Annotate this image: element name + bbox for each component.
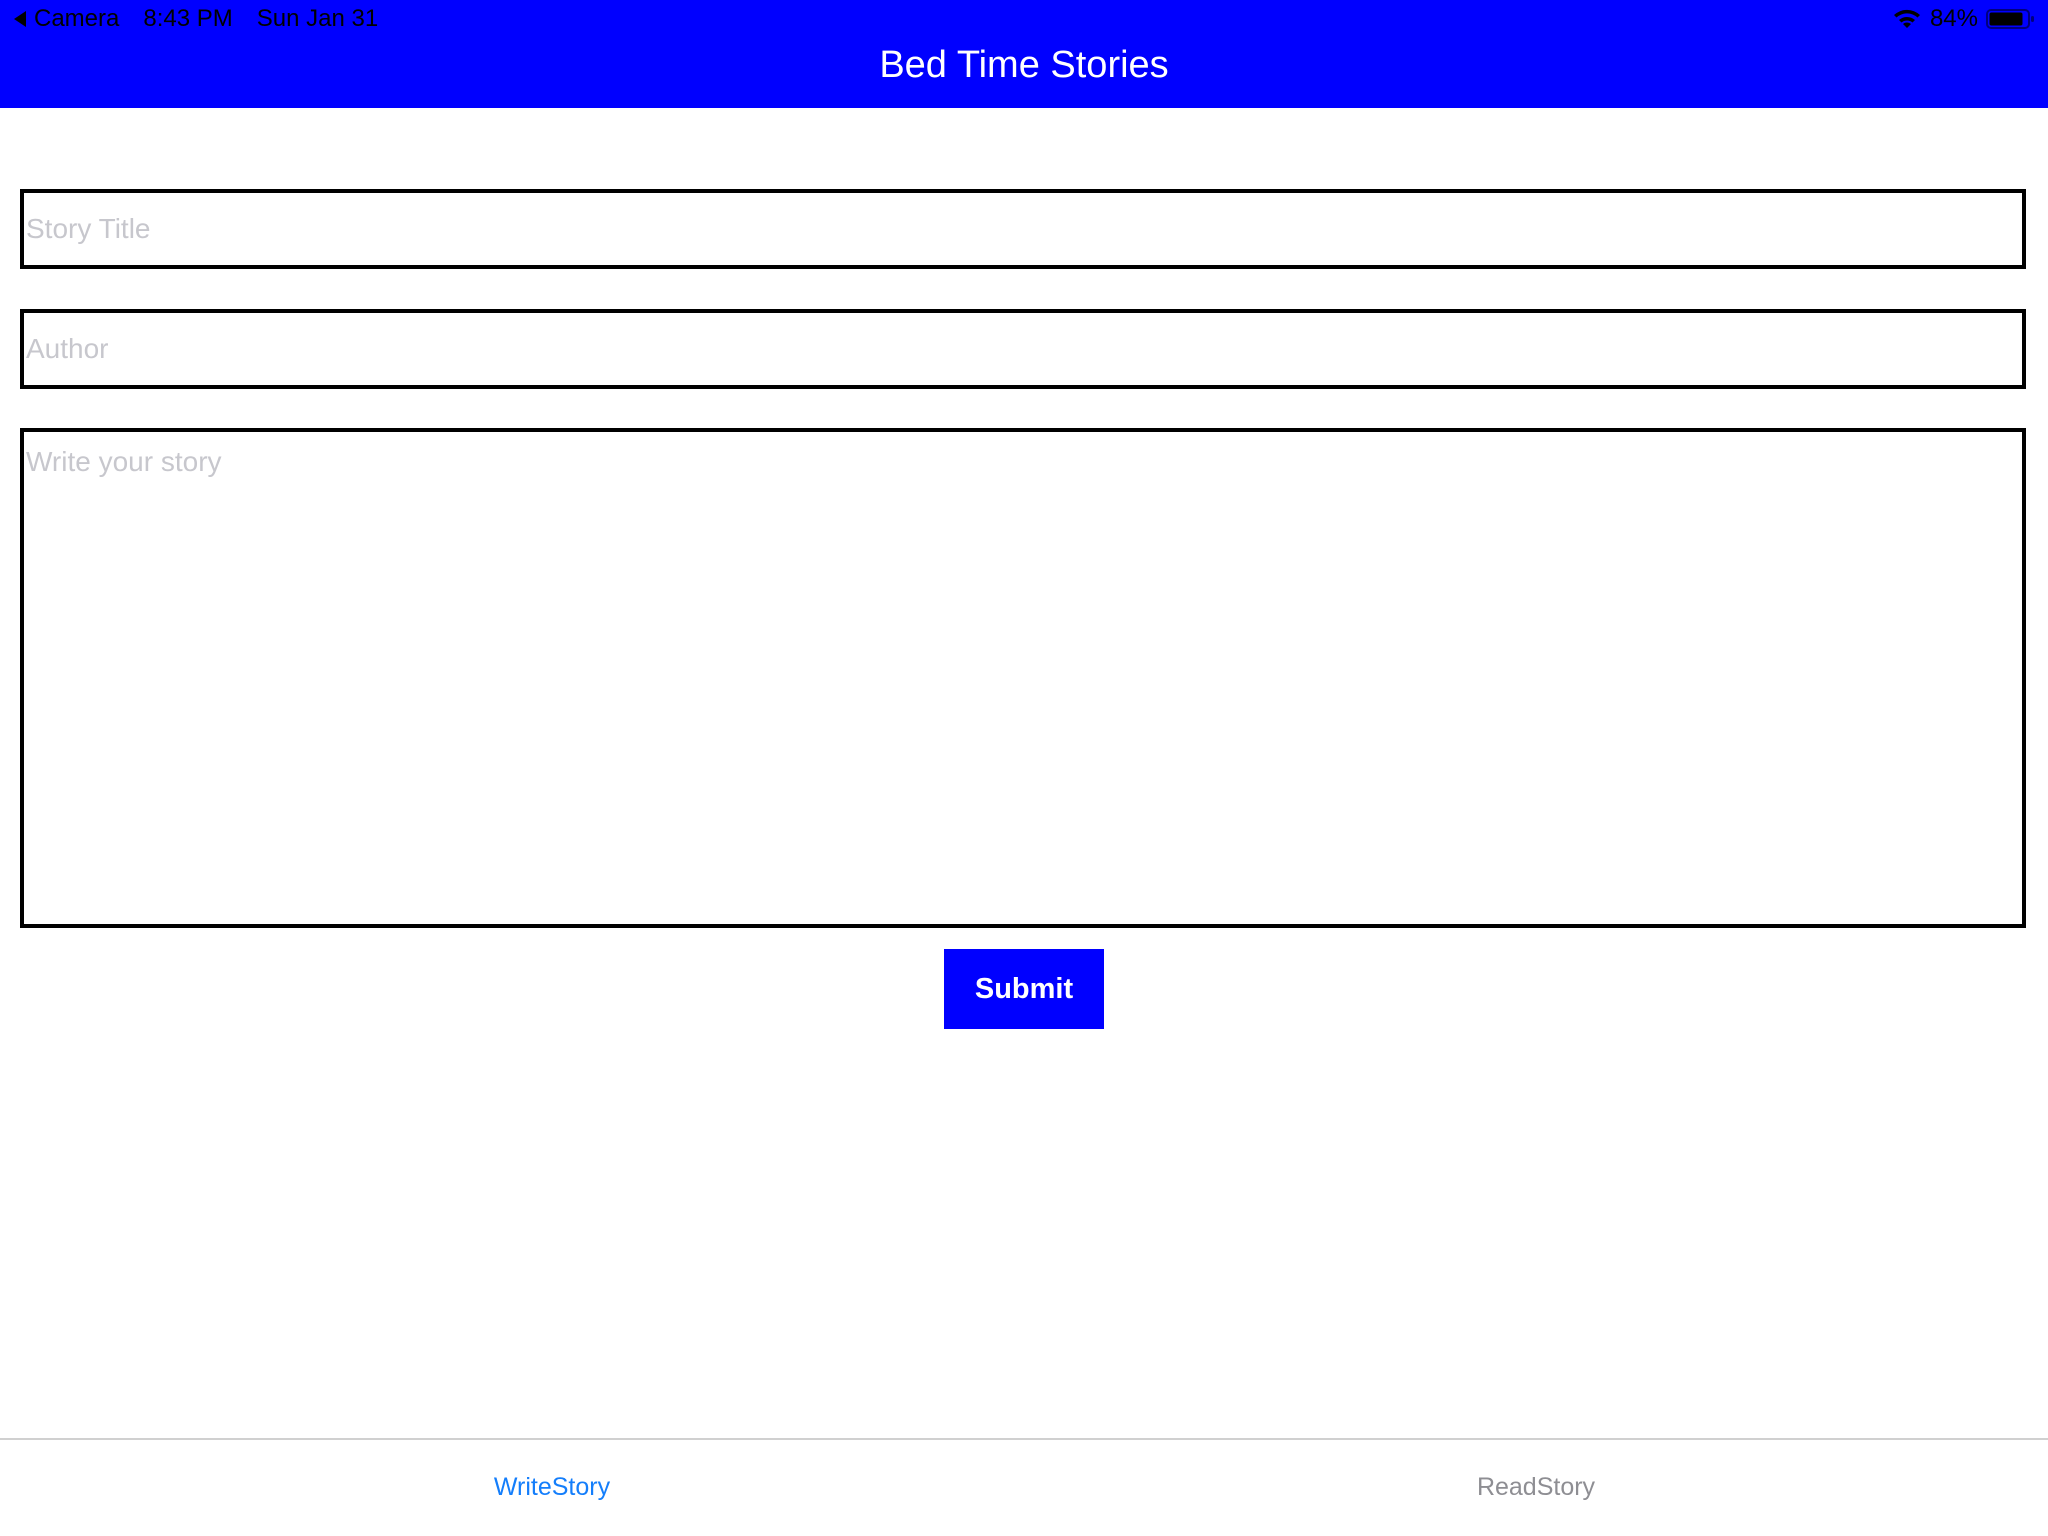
battery-percent: 84% bbox=[1929, 5, 1978, 32]
back-arrow-icon[interactable] bbox=[14, 11, 26, 27]
status-time: 8:43 PM bbox=[143, 5, 233, 32]
status-left: Camera 8:43 PM Sun Jan 31 bbox=[14, 5, 402, 33]
app-root: Camera 8:43 PM Sun Jan 31 84% Bed Time S… bbox=[0, 0, 2048, 1536]
back-app-label[interactable]: Camera bbox=[34, 5, 119, 33]
tab-write-story[interactable]: WriteStory bbox=[40, 1440, 1064, 1536]
tab-bar: WriteStory ReadStory bbox=[0, 1438, 2048, 1536]
status-date: Sun Jan 31 bbox=[256, 5, 379, 32]
submit-button[interactable]: Submit bbox=[944, 949, 1104, 1029]
story-title-placeholder: Story Title bbox=[26, 213, 151, 244]
header-bar: Camera 8:43 PM Sun Jan 31 84% Bed Time S… bbox=[0, 0, 2048, 108]
story-title-input[interactable]: Story Title bbox=[20, 189, 2026, 269]
author-placeholder: Author bbox=[26, 333, 109, 364]
status-bar: Camera 8:43 PM Sun Jan 31 84% bbox=[0, 0, 2048, 38]
tab-read-story[interactable]: ReadStory bbox=[1024, 1440, 2048, 1536]
wifi-icon bbox=[1893, 9, 1920, 28]
author-input[interactable]: Author bbox=[20, 309, 2026, 389]
story-placeholder: Write your story bbox=[26, 446, 222, 477]
page-title: Bed Time Stories bbox=[879, 44, 1169, 86]
battery-icon bbox=[1986, 9, 2034, 29]
tab-read-story-label: ReadStory bbox=[1476, 1473, 1596, 1501]
tab-write-story-label: WriteStory bbox=[493, 1473, 611, 1501]
story-textarea[interactable]: Write your story bbox=[20, 428, 2026, 928]
status-right: 84% bbox=[1892, 5, 2036, 33]
